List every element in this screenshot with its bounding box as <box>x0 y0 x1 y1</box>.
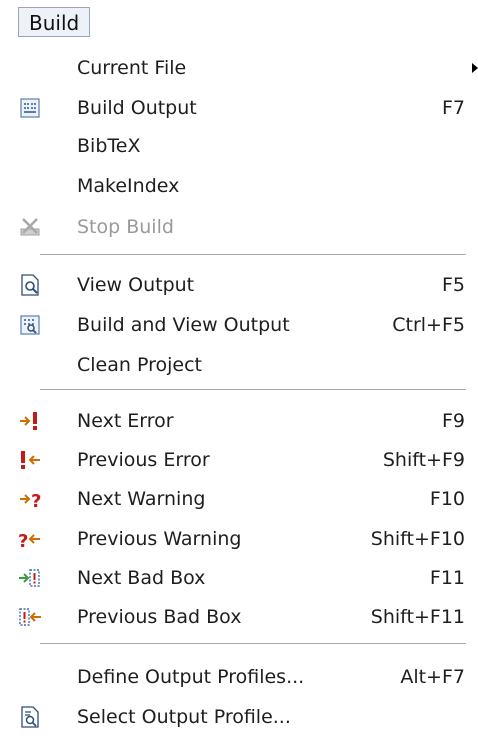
menu-item-build-and-view-output[interactable]: Build and View Output Ctrl+F5 <box>0 307 478 343</box>
menu-item-label: Define Output Profiles... <box>77 666 305 688</box>
svg-text:?: ? <box>18 531 28 551</box>
menu-item-next-warning[interactable]: ? Next Warning F10 <box>0 481 478 517</box>
previous-error-icon <box>21 451 40 469</box>
menu-item-shortcut: F11 <box>429 567 465 589</box>
menu-item-shortcut: F10 <box>429 488 465 510</box>
svg-text:?: ? <box>31 491 41 511</box>
select-output-profile-icon <box>21 706 39 728</box>
menu-item-label: Clean Project <box>77 354 202 376</box>
menu-item-view-output[interactable]: View Output F5 <box>0 267 478 303</box>
menu-item-stop-build: Stop Build <box>0 209 478 245</box>
menu-item-shortcut: F7 <box>441 97 465 119</box>
menu-separator <box>40 643 466 644</box>
menu-separator <box>40 389 466 390</box>
view-output-icon <box>21 274 39 296</box>
menu-item-label: Stop Build <box>77 216 174 238</box>
menu-item-shortcut: Shift+F9 <box>382 449 465 471</box>
menu-item-next-error[interactable]: Next Error F9 <box>0 403 478 439</box>
menu-item-shortcut: F5 <box>441 274 465 296</box>
menu-item-label: Current File <box>77 57 187 79</box>
menu-item-select-output-profile[interactable]: Select Output Profile... <box>0 699 478 735</box>
menu-item-bibtex[interactable]: BibTeX <box>0 128 478 164</box>
menu-item-clean-project[interactable]: Clean Project <box>0 347 478 383</box>
menu-item-label: Next Error <box>77 410 174 432</box>
next-error-icon <box>20 412 37 430</box>
stop-build-icon <box>20 218 40 236</box>
menu-item-label: Build Output <box>77 97 197 119</box>
menu-item-makeindex[interactable]: MakeIndex <box>0 168 478 204</box>
next-warning-icon: ? <box>20 491 41 511</box>
submenu-arrow-icon <box>472 63 478 73</box>
menu-item-shortcut: Shift+F10 <box>370 528 465 550</box>
menu-item-label: Previous Warning <box>77 528 242 550</box>
menu-item-label: View Output <box>77 274 195 296</box>
menu-item-shortcut: Shift+F11 <box>370 606 465 628</box>
menu-item-shortcut: Ctrl+F5 <box>392 314 465 336</box>
build-output-icon <box>20 98 40 118</box>
previous-bad-box-icon <box>19 608 41 626</box>
menu-item-label: MakeIndex <box>77 175 180 197</box>
menu-item-define-output-profiles[interactable]: Define Output Profiles... Alt+F7 <box>0 659 478 695</box>
build-menu-title[interactable]: Build <box>18 7 91 37</box>
menu-item-shortcut: Alt+F7 <box>400 666 465 688</box>
build-menu: Current File Build Output F7 BibTeX Make… <box>0 46 478 738</box>
previous-warning-icon: ? <box>18 531 40 551</box>
menu-item-current-file[interactable]: Current File <box>0 50 478 86</box>
menu-item-label: Next Warning <box>77 488 206 510</box>
menu-item-label: BibTeX <box>77 135 141 157</box>
menu-item-label: Select Output Profile... <box>77 706 291 728</box>
next-bad-box-icon <box>19 569 40 587</box>
menu-item-label: Build and View Output <box>77 314 290 336</box>
menu-item-label: Previous Error <box>77 449 210 471</box>
menu-item-build-output[interactable]: Build Output F7 <box>0 90 478 126</box>
build-and-view-icon <box>20 315 40 335</box>
menu-item-label: Previous Bad Box <box>77 606 242 628</box>
menu-separator <box>40 254 466 255</box>
menu-item-next-bad-box[interactable]: Next Bad Box F11 <box>0 560 478 596</box>
menu-item-label: Next Bad Box <box>77 567 206 589</box>
menu-item-previous-warning[interactable]: ? Previous Warning Shift+F10 <box>0 521 478 557</box>
menu-item-shortcut: F9 <box>441 410 465 432</box>
menu-item-previous-error[interactable]: Previous Error Shift+F9 <box>0 442 478 478</box>
menu-bar: Build <box>0 0 478 46</box>
menu-item-previous-bad-box[interactable]: Previous Bad Box Shift+F11 <box>0 599 478 635</box>
